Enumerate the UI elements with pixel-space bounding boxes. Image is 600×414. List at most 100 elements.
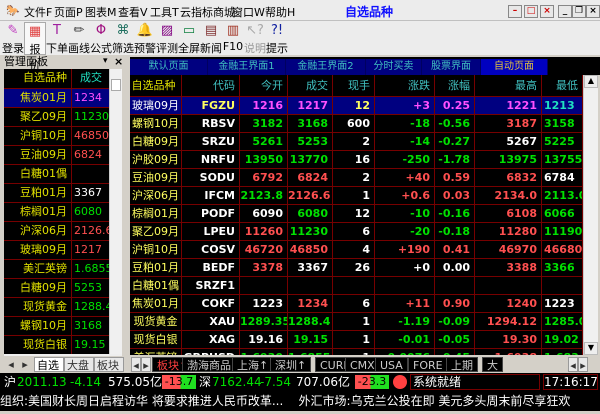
list-item[interactable]: 螺钢10月 3168	[4, 317, 109, 336]
column-header[interactable]: 涨幅	[435, 75, 475, 97]
row-name[interactable]: 豆粕01月	[130, 259, 182, 277]
toolbar-pencil-button[interactable]: ✏ 画线	[68, 22, 90, 55]
tip-icon: ?!	[270, 23, 284, 38]
toolbar-tip-button[interactable]: ?! 提示	[266, 22, 288, 55]
menu-item[interactable]: 文件F	[24, 4, 52, 20]
news-ticker[interactable]: 组织:美国财长周日启程访华 将要求推进人民币改革... 外汇市场:乌克兰公投在即…	[0, 391, 600, 411]
header-name[interactable]: 自选品种	[4, 69, 72, 89]
maximize-child-button[interactable]: □	[524, 5, 538, 18]
toolbar-quote-button[interactable]: ▦ 报价	[24, 22, 46, 72]
bottom-tab[interactable]: 上期	[446, 357, 478, 372]
list-item[interactable]: 现货白银 19.15	[4, 336, 109, 354]
tab-2[interactable]: 金融王界面2	[286, 59, 366, 75]
restore-button[interactable]: ❐	[572, 5, 586, 18]
toolbar-order-button[interactable]: T 下单	[46, 22, 68, 55]
row-name[interactable]: 螺钢10月	[130, 115, 182, 133]
menu-item[interactable]: 帮助H	[265, 4, 295, 20]
table-cell: 6784	[542, 169, 583, 187]
row-name[interactable]: 现货白银	[130, 331, 182, 349]
menu-item[interactable]: 工具T	[150, 4, 179, 20]
toolbar-news-button[interactable]: ▤ 新闻	[200, 22, 222, 55]
bottom-tab[interactable]: USA	[375, 357, 408, 372]
bottom-tab[interactable]: 渤海商品	[182, 357, 236, 372]
tab-0[interactable]: 默认页面	[130, 59, 208, 75]
toolbar-help-cursor-button[interactable]: ↖? 说明	[244, 22, 266, 55]
column-header[interactable]: 代码	[182, 75, 240, 97]
list-item[interactable]: 焦炭01月 1234	[4, 89, 109, 108]
close-button[interactable]: ×	[586, 5, 600, 18]
bottom-tab[interactable]: 大	[482, 357, 503, 372]
toolbar-formula-button[interactable]: Φ 公式	[90, 22, 112, 55]
menu-item[interactable]: 查看V	[118, 4, 148, 20]
item-value: 46850	[74, 129, 109, 142]
tab-3[interactable]: 分时买卖	[366, 59, 422, 75]
market-tab-scroll-right-button[interactable]: ▸	[578, 357, 588, 372]
list-item[interactable]: 白糖01偶	[4, 165, 109, 184]
toolbar-login-button[interactable]: ✎ 登录	[2, 22, 24, 55]
list-item[interactable]: 白糖09月 5253	[4, 279, 109, 298]
tab-4[interactable]: 股票界面	[422, 59, 481, 75]
row-name[interactable]: 玻璃09月	[130, 97, 182, 115]
list-item[interactable]: 玻璃09月 1217	[4, 241, 109, 260]
list-item[interactable]: 豆油09月 6824	[4, 146, 109, 165]
row-name[interactable]: 白糖01偶	[130, 277, 182, 295]
row-name[interactable]: 豆油09月	[130, 169, 182, 187]
toolbar-books-button[interactable]: ▥ F10	[222, 22, 244, 55]
column-header[interactable]: 最高	[475, 75, 542, 97]
menu-item[interactable]: 页面P	[54, 4, 83, 20]
tab-scroll-left-button[interactable]: ◂	[131, 357, 141, 372]
column-header[interactable]: 最低	[542, 75, 583, 97]
close-child-button[interactable]: ×	[540, 5, 554, 18]
list-item[interactable]: 沪铜10月 46850	[4, 127, 109, 146]
toolbar-label: 公式	[90, 42, 112, 55]
minimize-button[interactable]: _	[558, 5, 572, 18]
list-item[interactable]: 棕榈01月 6080	[4, 203, 109, 222]
column-header[interactable]: 现手	[333, 75, 375, 97]
left-panel-tab-scroll-right-button[interactable]: ▸	[18, 357, 32, 372]
row-name[interactable]: 沪铜10月	[130, 241, 182, 259]
toolbar-monitor-button[interactable]: ▭ 全屏	[178, 22, 200, 55]
left-panel-header: 自选品种 成交	[4, 69, 109, 89]
row-name[interactable]: 白糖09月	[130, 133, 182, 151]
toolbar-evaluate-button[interactable]: ▨ 评测	[156, 22, 178, 55]
bottom-tab[interactable]: FORE	[408, 357, 448, 372]
row-name[interactable]: 现货黄金	[130, 313, 182, 331]
ticker-text[interactable]: 组织:美国财长周日启程访华 将要求推进人民币改革... 外汇市场:乌克兰公投在即…	[0, 394, 570, 408]
tab-5[interactable]: 自动页面	[481, 59, 548, 75]
bottom-tab[interactable]: 深圳↑	[270, 357, 312, 372]
tab-1[interactable]: 金融王界面1	[208, 59, 286, 75]
table-scrollbar[interactable]: ▲ ▼	[583, 75, 598, 355]
list-item[interactable]: 现货黄金 1288.4	[4, 298, 109, 317]
minimize-child-button[interactable]: –	[508, 5, 522, 18]
panel-close-icon[interactable]: ×	[114, 55, 123, 68]
panel-pin-icon[interactable]: ▾	[103, 56, 108, 66]
left-panel-tab-scroll-left-button[interactable]: ◂	[4, 357, 18, 372]
menu-item[interactable]: 图表M	[85, 4, 117, 20]
header-volume[interactable]: 成交	[72, 69, 109, 87]
left-panel-scrollbar[interactable]	[109, 69, 122, 354]
row-name[interactable]: 棕榈01月	[130, 205, 182, 223]
list-item[interactable]: 聚乙09月 11230	[4, 108, 109, 127]
menu-item[interactable]: 云指标商城	[180, 4, 235, 20]
row-name[interactable]: 焦炭01月	[130, 295, 182, 313]
list-item[interactable]: 豆粕01月 3367	[4, 184, 109, 203]
tab-scroll-right-button[interactable]: ▸	[141, 357, 151, 372]
left-panel-tab[interactable]: 大盘	[64, 357, 94, 372]
left-panel-tab[interactable]: 板块	[94, 357, 124, 372]
bottom-tab[interactable]: 上海↑	[232, 357, 274, 372]
menu-item[interactable]: 窗口W	[232, 4, 265, 20]
list-item[interactable]: 沪深06月 2126.6	[4, 222, 109, 241]
toolbar-binoculars-button[interactable]: ⌘ 筛选	[112, 22, 134, 55]
toolbar-bell-button[interactable]: 🔔 预警	[134, 22, 156, 55]
row-name[interactable]: 美汇英镑	[130, 349, 182, 355]
market-tab-scroll-left-button[interactable]: ◂	[568, 357, 578, 372]
left-panel-tab[interactable]: 自选	[34, 357, 64, 372]
column-header[interactable]: 涨跌	[375, 75, 435, 97]
row-name[interactable]: 沪深06月	[130, 187, 182, 205]
row-name[interactable]: 聚乙09月	[130, 223, 182, 241]
list-item[interactable]: 美汇英镑 1.6855	[4, 260, 109, 279]
column-header[interactable]: 成交	[288, 75, 333, 97]
column-header[interactable]: 今开	[240, 75, 288, 97]
column-header[interactable]: 自选品种	[130, 75, 182, 97]
row-name[interactable]: 沪胶09月	[130, 151, 182, 169]
